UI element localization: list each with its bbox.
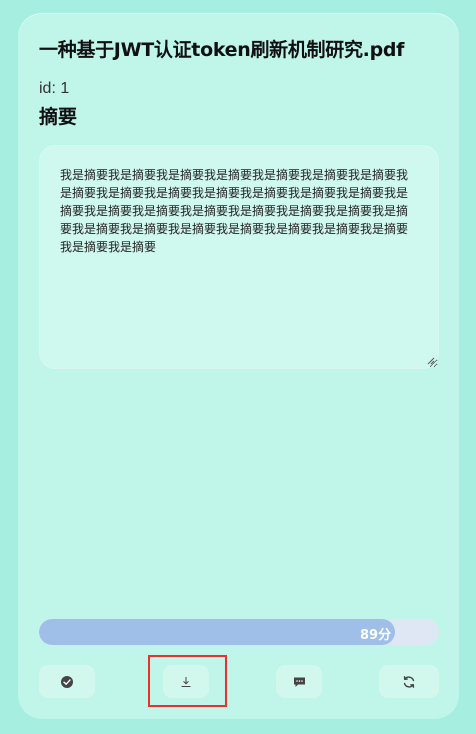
score-label: 89分	[360, 628, 392, 643]
abstract-heading: 摘要	[39, 106, 78, 128]
chat-bubble-icon	[293, 677, 305, 687]
abstract-text: 我是摘要我是摘要我是摘要我是摘要我是摘要我是摘要我是摘要我是摘要我是摘要我是摘要…	[60, 168, 409, 254]
refresh-icon	[403, 675, 415, 688]
document-title: 一种基于JWT认证token刷新机制研究.pdf	[39, 39, 405, 61]
abstract-textarea[interactable]: 我是摘要我是摘要我是摘要我是摘要我是摘要我是摘要我是摘要我是摘要我是摘要我是摘要…	[39, 145, 439, 369]
resize-grip-icon[interactable]	[427, 357, 435, 365]
score-progress-bar: 89分	[39, 619, 439, 645]
highlight-annotation	[148, 655, 227, 707]
refresh-button[interactable]	[379, 665, 439, 698]
check-circle-icon	[61, 675, 73, 688]
comment-button[interactable]	[276, 665, 322, 698]
document-card: 一种基于JWT认证token刷新机制研究.pdf id: 1 摘要 我是摘要我是…	[18, 13, 459, 719]
check-button[interactable]	[39, 665, 95, 698]
document-id: id: 1	[39, 80, 70, 97]
score-progress-fill	[39, 619, 395, 645]
